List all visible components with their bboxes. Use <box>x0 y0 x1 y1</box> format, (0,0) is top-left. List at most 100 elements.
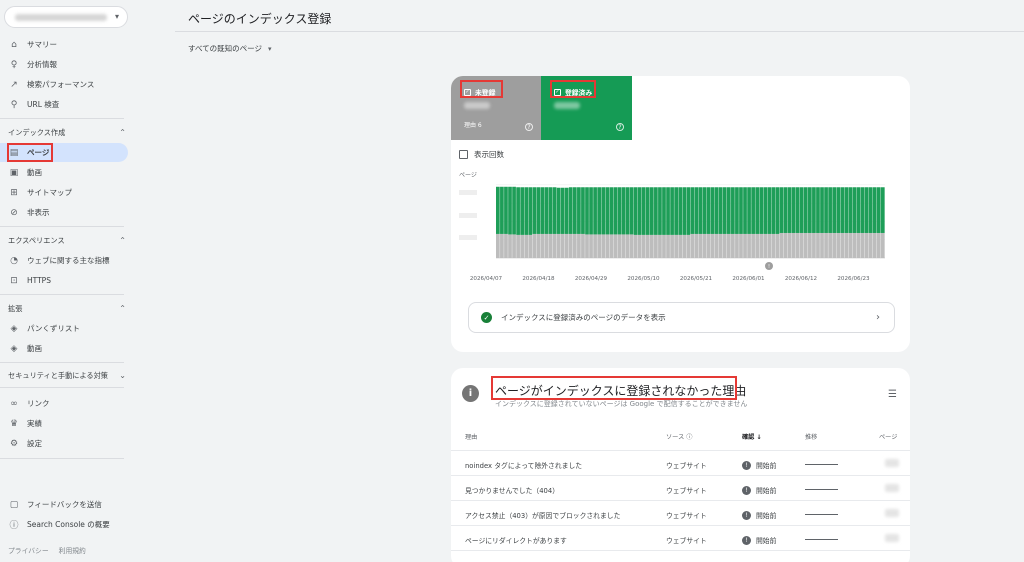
bar-indexed[interactable] <box>597 187 602 235</box>
bar-not-indexed[interactable] <box>581 233 585 258</box>
bar-indexed[interactable] <box>714 187 719 234</box>
bar-indexed[interactable] <box>856 187 861 233</box>
col-header-validation[interactable]: 確認 ↓ <box>742 432 762 441</box>
bar-not-indexed[interactable] <box>864 232 869 258</box>
bar-not-indexed[interactable] <box>836 232 841 258</box>
bar-not-indexed[interactable] <box>662 234 666 258</box>
bar-indexed[interactable] <box>824 187 828 233</box>
bar-indexed[interactable] <box>840 187 845 233</box>
bar-indexed[interactable] <box>771 187 776 234</box>
sidebar-item-achievements[interactable]: ♛ 実績 <box>0 414 128 433</box>
bar-indexed[interactable] <box>654 187 658 235</box>
bar-not-indexed[interactable] <box>832 232 837 258</box>
bar-not-indexed[interactable] <box>686 234 691 258</box>
bar-not-indexed[interactable] <box>856 232 861 258</box>
bar-not-indexed[interactable] <box>694 233 699 258</box>
bar-not-indexed[interactable] <box>670 234 674 258</box>
bar-indexed[interactable] <box>767 187 772 234</box>
bar-indexed[interactable] <box>686 187 691 235</box>
bar-indexed[interactable] <box>666 187 670 235</box>
bar-indexed[interactable] <box>544 187 549 234</box>
bar-indexed[interactable] <box>735 187 739 234</box>
bar-indexed[interactable] <box>755 187 760 234</box>
bar-not-indexed[interactable] <box>532 233 537 258</box>
bar-indexed[interactable] <box>710 187 715 234</box>
bar-indexed[interactable] <box>601 187 606 235</box>
bar-not-indexed[interactable] <box>751 233 755 258</box>
bar-not-indexed[interactable] <box>593 234 597 258</box>
bar-indexed[interactable] <box>743 187 747 234</box>
sidebar-item-https[interactable]: ⊡ HTTPS <box>0 271 128 290</box>
property-selector[interactable]: ▾ <box>4 6 128 28</box>
bar-indexed[interactable] <box>678 187 683 235</box>
filter-icon[interactable]: ☰ <box>888 389 897 400</box>
bar-not-indexed[interactable] <box>508 234 512 258</box>
bar-indexed[interactable] <box>698 187 703 234</box>
bar-indexed[interactable] <box>864 187 869 233</box>
bar-indexed[interactable] <box>536 187 541 234</box>
bar-not-indexed[interactable] <box>747 233 751 258</box>
bar-not-indexed[interactable] <box>536 233 541 258</box>
bar-indexed[interactable] <box>609 187 614 235</box>
bar-indexed[interactable] <box>763 187 768 234</box>
bar-indexed[interactable] <box>520 187 525 235</box>
bar-not-indexed[interactable] <box>876 232 881 258</box>
bar-not-indexed[interactable] <box>731 233 735 258</box>
bar-indexed[interactable] <box>637 187 642 235</box>
bar-not-indexed[interactable] <box>735 233 739 258</box>
table-row[interactable] <box>451 550 910 562</box>
bar-not-indexed[interactable] <box>787 232 792 258</box>
sidebar-item-url-inspection[interactable]: ⚲ URL 検査 <box>0 95 128 114</box>
bar-not-indexed[interactable] <box>601 234 606 258</box>
bar-indexed[interactable] <box>512 186 516 235</box>
col-header-reason[interactable]: 理由 <box>465 432 477 441</box>
bar-not-indexed[interactable] <box>674 234 678 258</box>
bar-not-indexed[interactable] <box>496 233 500 258</box>
bar-indexed[interactable] <box>585 187 589 235</box>
bar-indexed[interactable] <box>556 187 561 234</box>
sidebar-item-video-enhancement[interactable]: ◈ 動画 <box>0 339 128 358</box>
bar-indexed[interactable] <box>548 187 553 234</box>
bar-indexed[interactable] <box>832 187 837 233</box>
bar-not-indexed[interactable] <box>577 233 581 258</box>
bar-indexed[interactable] <box>532 187 537 234</box>
bar-not-indexed[interactable] <box>763 233 768 258</box>
bar-not-indexed[interactable] <box>564 233 569 258</box>
bar-indexed[interactable] <box>791 187 796 233</box>
bar-indexed[interactable] <box>629 187 634 235</box>
bar-indexed[interactable] <box>500 186 504 234</box>
bar-indexed[interactable] <box>593 187 597 235</box>
bar-indexed[interactable] <box>880 187 885 233</box>
bar-not-indexed[interactable] <box>504 233 508 258</box>
bar-indexed[interactable] <box>581 187 585 234</box>
bar-not-indexed[interactable] <box>860 232 865 258</box>
bar-indexed[interactable] <box>836 187 841 233</box>
bar-not-indexed[interactable] <box>824 232 828 258</box>
bar-indexed[interactable] <box>662 187 666 235</box>
bar-indexed[interactable] <box>649 187 654 235</box>
bar-indexed[interactable] <box>718 187 723 234</box>
bar-indexed[interactable] <box>641 187 646 235</box>
col-header-source[interactable]: ソース ⓘ <box>666 432 692 441</box>
bar-not-indexed[interactable] <box>617 234 622 258</box>
bar-indexed[interactable] <box>568 187 573 234</box>
bar-not-indexed[interactable] <box>609 234 614 258</box>
bar-indexed[interactable] <box>552 187 557 234</box>
bar-not-indexed[interactable] <box>743 233 747 258</box>
bar-not-indexed[interactable] <box>710 233 715 258</box>
bar-indexed[interactable] <box>731 187 735 234</box>
bar-indexed[interactable] <box>747 187 751 234</box>
bar-not-indexed[interactable] <box>589 234 593 258</box>
bar-not-indexed[interactable] <box>739 233 743 258</box>
bar-not-indexed[interactable] <box>597 234 602 258</box>
bar-indexed[interactable] <box>613 187 618 235</box>
bar-not-indexed[interactable] <box>775 233 780 258</box>
bar-indexed[interactable] <box>860 187 865 233</box>
bar-indexed[interactable] <box>621 187 626 235</box>
bar-indexed[interactable] <box>690 187 695 234</box>
bar-not-indexed[interactable] <box>572 233 577 258</box>
col-header-trend[interactable]: 推移 <box>805 432 817 441</box>
bar-indexed[interactable] <box>844 187 849 233</box>
bar-not-indexed[interactable] <box>690 233 695 258</box>
bar-not-indexed[interactable] <box>726 233 731 258</box>
